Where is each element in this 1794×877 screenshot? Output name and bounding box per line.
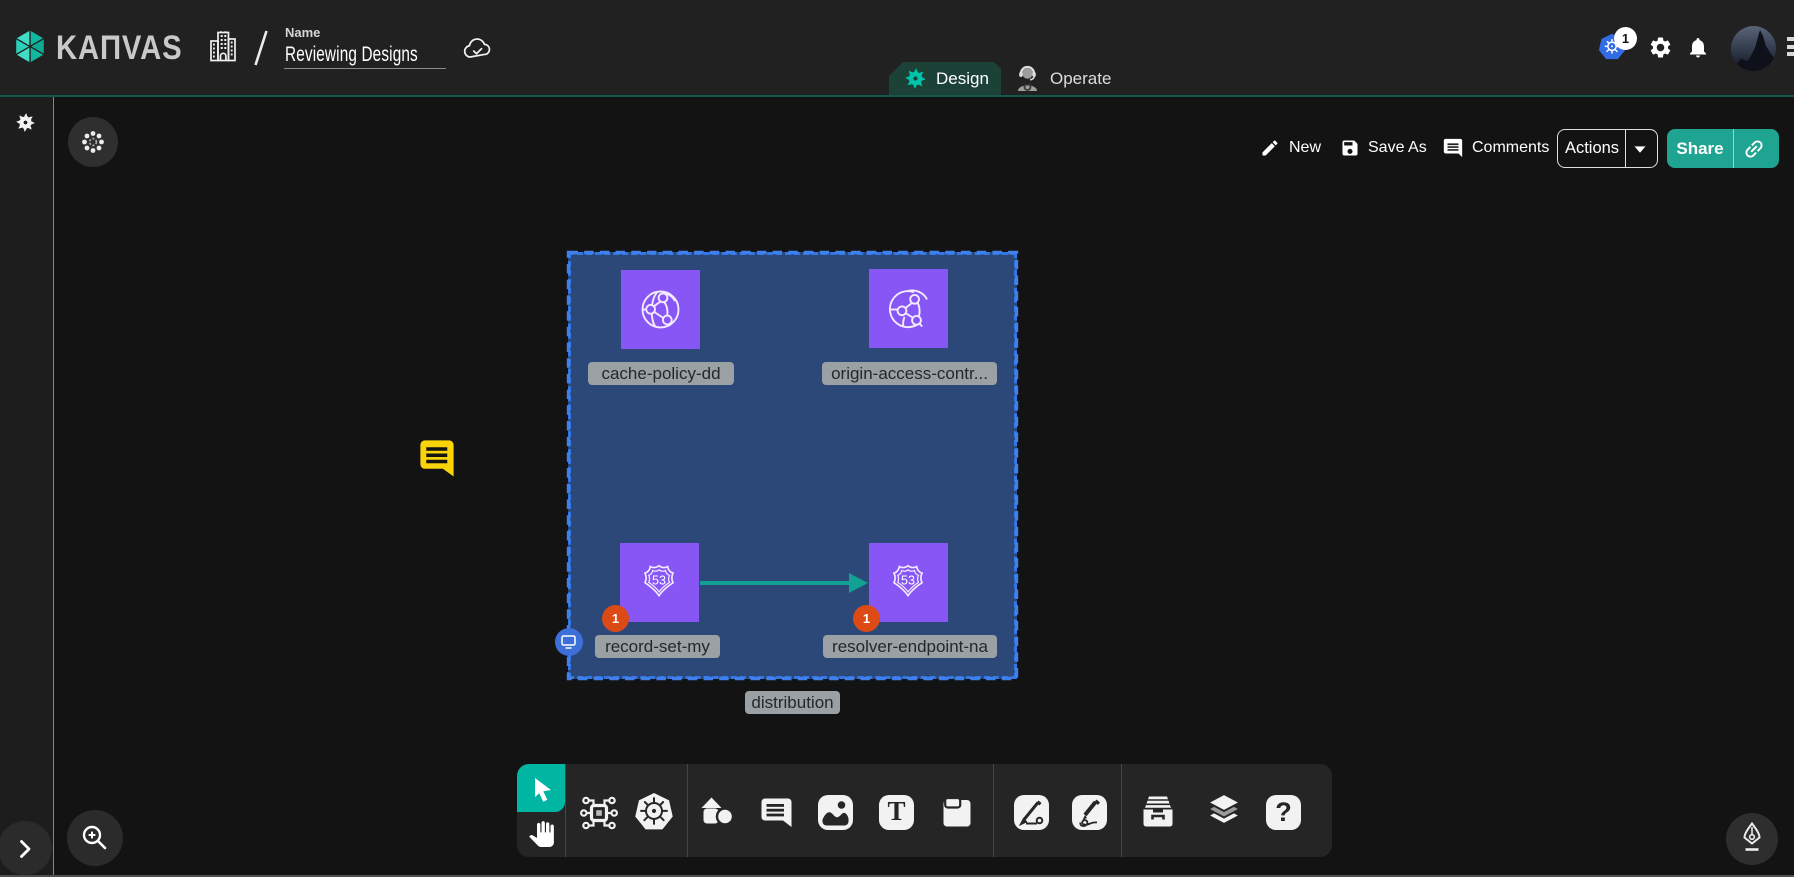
- svg-text:53: 53: [652, 573, 666, 587]
- svg-text:53: 53: [901, 573, 915, 587]
